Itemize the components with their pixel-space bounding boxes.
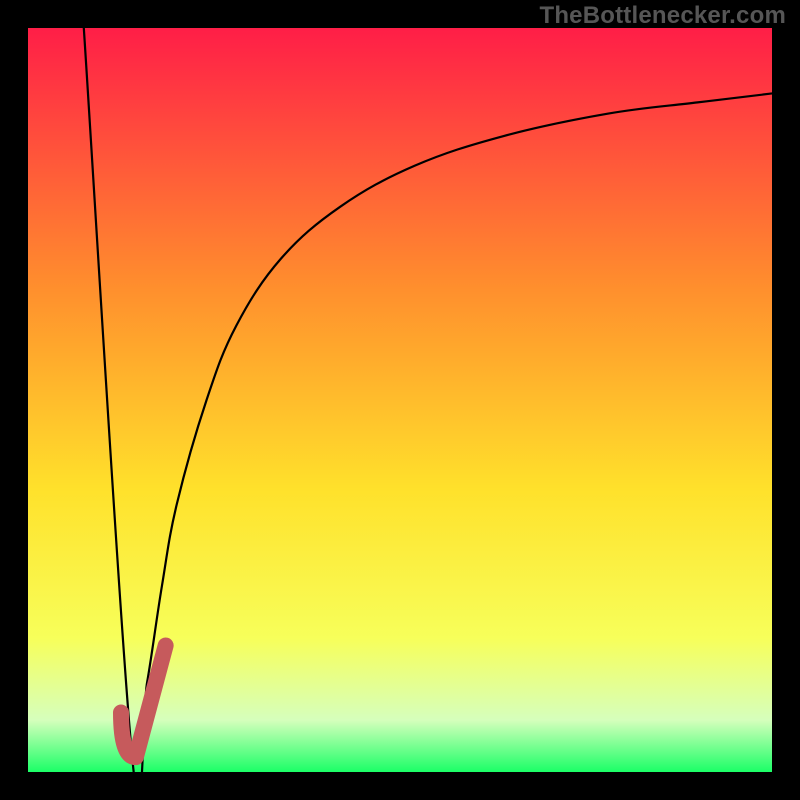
watermark-text: TheBottlenecker.com: [539, 2, 786, 30]
plot-area: [28, 28, 772, 772]
chart-svg: [0, 0, 800, 800]
chart-frame: TheBottlenecker.com: [0, 0, 800, 800]
